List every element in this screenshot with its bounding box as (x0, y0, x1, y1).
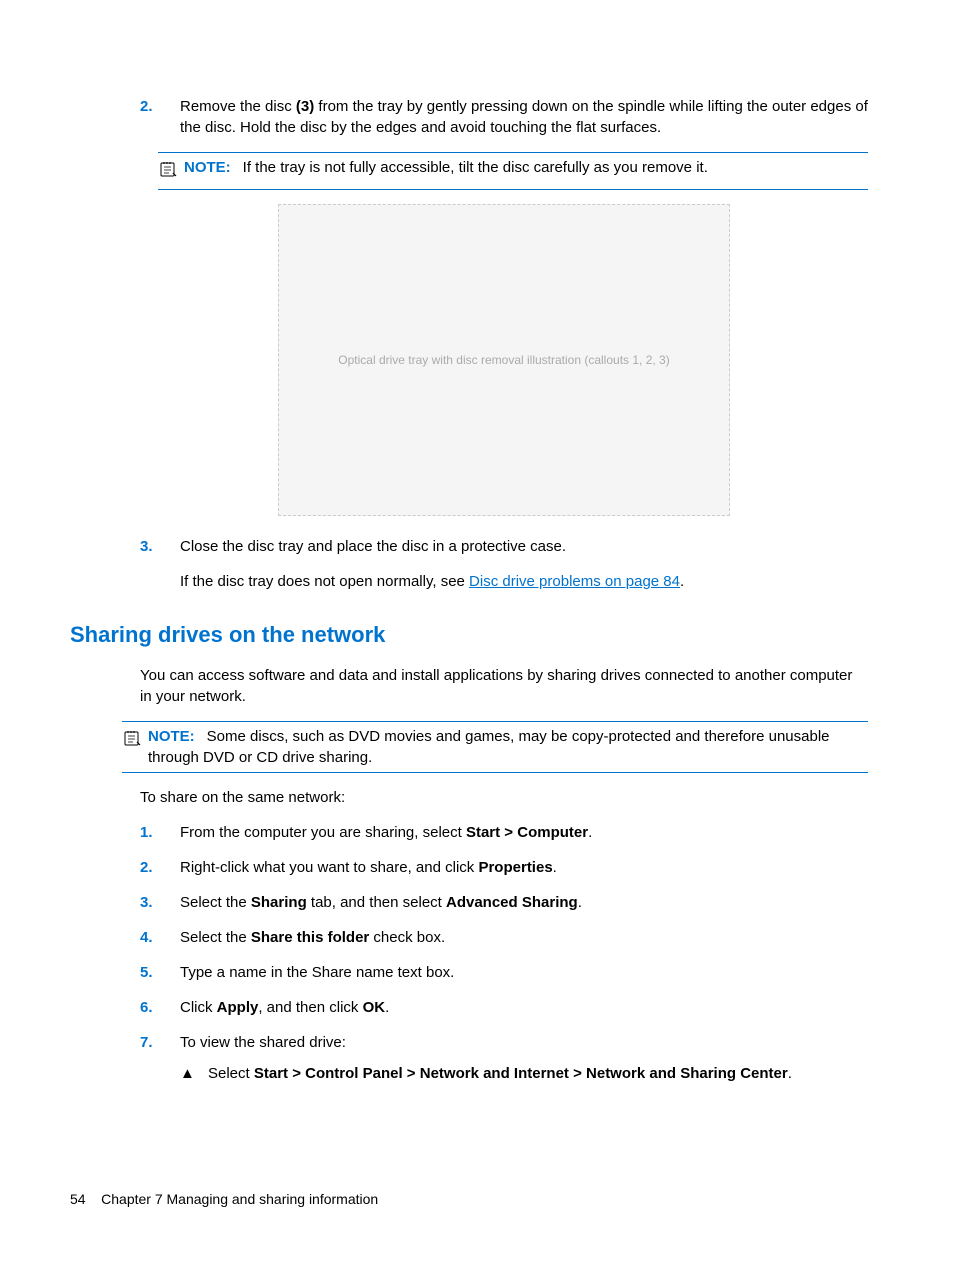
step-body: Remove the disc (3) from the tray by gen… (180, 96, 868, 138)
text: . (788, 1065, 792, 1082)
step-number: 2. (140, 857, 180, 878)
text: From the computer you are sharing, selec… (180, 824, 466, 841)
triangle-marker: ▲ (180, 1063, 208, 1084)
ui-path: Start > Computer (466, 824, 588, 841)
step-body: From the computer you are sharing, selec… (180, 822, 868, 843)
text: . (588, 824, 592, 841)
text: Select the (180, 929, 251, 946)
share-step-7: 7. To view the shared drive: (140, 1032, 868, 1053)
share-step-3: 3. Select the Sharing tab, and then sele… (140, 892, 868, 913)
note-icon (122, 728, 142, 754)
text: . (680, 573, 684, 590)
ui-path: Properties (478, 859, 552, 876)
note-content: NOTE:Some discs, such as DVD movies and … (148, 726, 868, 768)
step-body: Select the Share this folder check box. (180, 927, 868, 948)
step-number: 7. (140, 1032, 180, 1053)
share-step-1: 1. From the computer you are sharing, se… (140, 822, 868, 843)
step-number: 6. (140, 997, 180, 1018)
text: Remove the disc (180, 98, 296, 115)
share-lead: To share on the same network: (140, 787, 868, 808)
callout-ref: (3) (296, 98, 314, 115)
text: Select (208, 1065, 254, 1082)
disc-drive-problems-link[interactable]: Disc drive problems on page 84 (469, 573, 680, 590)
sub-body: Select Start > Control Panel > Network a… (208, 1063, 792, 1084)
tray-fail-note: If the disc tray does not open normally,… (180, 571, 868, 592)
step-body: Close the disc tray and place the disc i… (180, 536, 868, 557)
share-step-6: 6. Click Apply, and then click OK. (140, 997, 868, 1018)
text: . (578, 894, 582, 911)
note-content: NOTE: If the tray is not fully accessible… (184, 157, 868, 178)
ui-path: OK (363, 999, 386, 1016)
text: Click (180, 999, 217, 1016)
text: , and then click (258, 999, 362, 1016)
section-heading-sharing: Sharing drives on the network (70, 620, 868, 651)
sub-step: ▲ Select Start > Control Panel > Network… (180, 1063, 868, 1084)
share-step-2: 2. Right-click what you want to share, a… (140, 857, 868, 878)
note-icon (158, 159, 178, 185)
share-step-4: 4. Select the Share this folder check bo… (140, 927, 868, 948)
step-body: Right-click what you want to share, and … (180, 857, 868, 878)
step-body: Click Apply, and then click OK. (180, 997, 868, 1018)
document-page: 2. Remove the disc (3) from the tray by … (0, 0, 954, 1270)
text: tab, and then select (307, 894, 446, 911)
step-body: Type a name in the Share name text box. (180, 962, 868, 983)
text: If the disc tray does not open normally,… (180, 573, 469, 590)
note-text: If the tray is not fully accessible, til… (243, 159, 708, 176)
step-number: 3. (140, 892, 180, 913)
step-body: To view the shared drive: (180, 1032, 868, 1053)
note-label: NOTE: (148, 728, 195, 745)
ui-path: Advanced Sharing (446, 894, 578, 911)
ui-path: Apply (217, 999, 259, 1016)
ui-path: Start > Control Panel > Network and Inte… (254, 1065, 788, 1082)
note-text: Some discs, such as DVD movies and games… (148, 728, 830, 766)
chapter-title: Chapter 7 Managing and sharing informati… (101, 1191, 378, 1207)
image-alt: Optical drive tray with disc removal ill… (338, 352, 669, 369)
step-number: 4. (140, 927, 180, 948)
text: . (385, 999, 389, 1016)
text: Select the (180, 894, 251, 911)
page-footer: 54 Chapter 7 Managing and sharing inform… (70, 1190, 378, 1210)
sharing-intro: You can access software and data and ins… (140, 665, 868, 707)
note-label: NOTE: (184, 159, 231, 176)
text: check box. (369, 929, 445, 946)
text: Right-click what you want to share, and … (180, 859, 478, 876)
step-number: 1. (140, 822, 180, 843)
step-2: 2. Remove the disc (3) from the tray by … (140, 96, 868, 138)
page-number: 54 (70, 1191, 86, 1207)
text: . (553, 859, 557, 876)
note-box: NOTE:Some discs, such as DVD movies and … (122, 721, 868, 773)
ui-path: Share this folder (251, 929, 369, 946)
step-3: 3. Close the disc tray and place the dis… (140, 536, 868, 557)
note-box: NOTE: If the tray is not fully accessible… (158, 152, 868, 190)
disc-drive-illustration: Optical drive tray with disc removal ill… (278, 204, 730, 516)
ui-path: Sharing (251, 894, 307, 911)
main-content: 2. Remove the disc (3) from the tray by … (140, 96, 868, 592)
share-step-5: 5. Type a name in the Share name text bo… (140, 962, 868, 983)
step-number: 5. (140, 962, 180, 983)
step-number: 2. (140, 96, 180, 138)
sharing-content: You can access software and data and ins… (140, 665, 868, 1084)
step-body: Select the Sharing tab, and then select … (180, 892, 868, 913)
step-number: 3. (140, 536, 180, 557)
